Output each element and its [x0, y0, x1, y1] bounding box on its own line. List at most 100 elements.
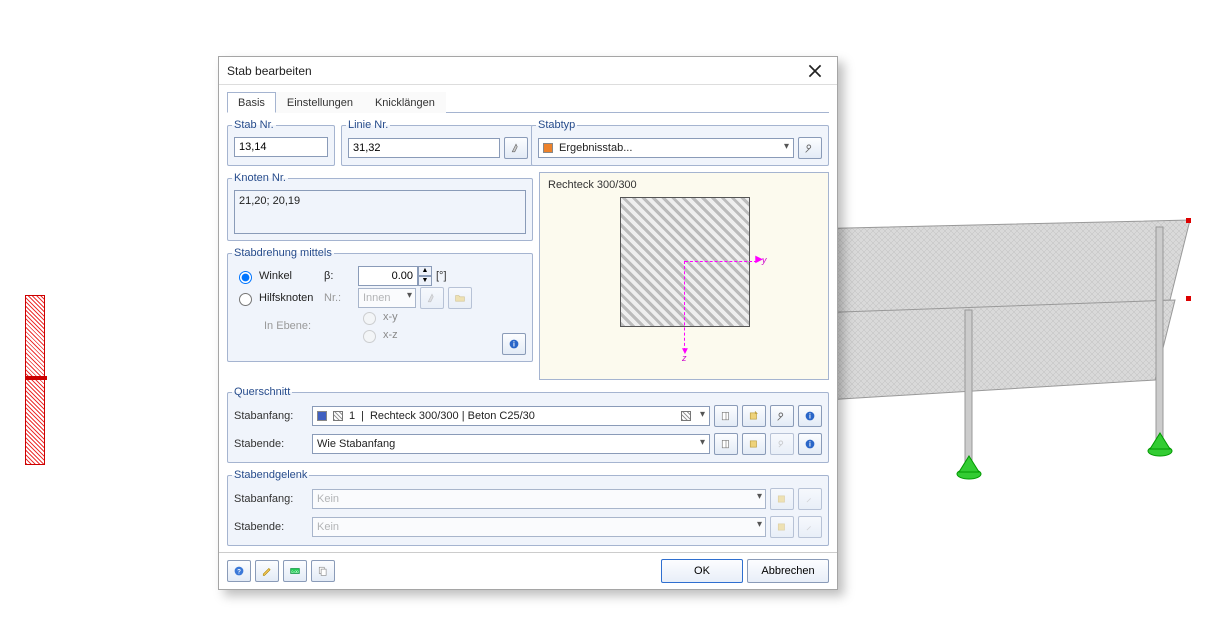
label-knoten-nr: Knoten Nr. [232, 172, 288, 184]
ok-button[interactable]: OK [661, 559, 743, 583]
radio-xz-row: x-z [358, 327, 526, 343]
background-member [25, 295, 45, 465]
label-linie-nr: Linie Nr. [346, 119, 390, 131]
beta-input[interactable] [358, 266, 418, 286]
section-querschnitt: Querschnitt Stabanfang: 1 | Rechteck 300… [227, 386, 829, 463]
edit-mode-button[interactable] [255, 560, 279, 582]
radio-hilfsknoten[interactable] [239, 293, 252, 306]
svg-text:i: i [809, 442, 811, 449]
tabstrip: Basis Einstellungen Knicklängen [227, 91, 829, 113]
radio-hilfsknoten-row[interactable]: Hilfsknoten [234, 290, 320, 306]
section-stab-nr: Stab Nr. [227, 119, 335, 166]
qs-ende-info-button[interactable]: i [798, 433, 822, 455]
svg-text:0.00: 0.00 [291, 570, 298, 574]
stab-nr-input[interactable] [234, 137, 328, 157]
units-button[interactable]: 0.00 [283, 560, 307, 582]
section-rotation: Stabdrehung mittels Winkel β: ▲ [227, 247, 533, 362]
radio-xz [363, 330, 376, 343]
label-qs-anfang: Stabanfang: [234, 410, 308, 422]
book-icon [721, 437, 731, 451]
section-knoten-nr: Knoten Nr. 21,20; 20,19 [227, 172, 533, 241]
qs-ende-edit-button [770, 433, 794, 455]
info-icon: i [805, 437, 815, 451]
copy-icon [318, 564, 328, 578]
qs-ende-new-button[interactable] [742, 433, 766, 455]
knoten-nr-display: 21,20; 20,19 [234, 190, 526, 234]
tab-basis[interactable]: Basis [227, 92, 276, 113]
radio-xy-row: x-y [358, 309, 526, 325]
gelenk-anfang-edit-button [798, 488, 822, 510]
qs-info-button[interactable]: i [798, 405, 822, 427]
linie-nr-input[interactable] [348, 138, 500, 158]
help-icon: ? [234, 564, 244, 578]
axis-z-label: z [682, 353, 687, 363]
beta-spinner[interactable]: ▲ ▼ [358, 266, 432, 286]
radio-winkel[interactable] [239, 271, 252, 284]
tab-einstellungen[interactable]: Einstellungen [276, 92, 364, 113]
label-gelenk-ende: Stabende: [234, 521, 308, 533]
radio-winkel-row[interactable]: Winkel [234, 268, 320, 284]
stabtyp-select[interactable]: Ergebnisstab... [538, 138, 794, 158]
qs-ende-library-button[interactable] [714, 433, 738, 455]
qs-new-button[interactable] [742, 405, 766, 427]
label-stabtyp: Stabtyp [536, 119, 577, 131]
new-icon [749, 437, 759, 451]
new-node-button [448, 287, 472, 309]
help-button[interactable]: ? [227, 560, 251, 582]
radio-xy [363, 312, 376, 325]
label-qs-ende: Stabende: [234, 438, 308, 450]
pick-icon [511, 141, 521, 155]
gelenk-anfang-select: Kein [312, 489, 766, 509]
label-querschnitt: Querschnitt [232, 386, 292, 398]
axis-y [685, 261, 757, 262]
copy-button[interactable] [311, 560, 335, 582]
info-icon: i [509, 337, 519, 351]
qs-hatch-icon [333, 411, 343, 421]
label-gelenk: Stabendgelenk [232, 469, 309, 481]
label-in-ebene: In Ebene: [234, 320, 320, 332]
titlebar[interactable]: Stab bearbeiten [219, 57, 837, 85]
rotation-info-button[interactable]: i [502, 333, 526, 355]
gelenk-ende-select: Kein [312, 517, 766, 537]
section-gelenk: Stabendgelenk Stabanfang: Kein Stabende:… [227, 469, 829, 546]
info-icon: i [805, 409, 815, 423]
pick-line-button[interactable] [504, 137, 528, 159]
wrench-icon [805, 520, 815, 534]
label-hilfsknoten: Hilfsknoten [259, 292, 313, 304]
gelenk-ende-new-button [770, 516, 794, 538]
gelenk-ende-edit-button [798, 516, 822, 538]
label-rotation: Stabdrehung mittels [232, 247, 334, 259]
stabtyp-edit-button[interactable] [798, 137, 822, 159]
qs-ende-select[interactable]: Wie Stabanfang [312, 434, 710, 454]
section-linie-nr: Linie Nr. [341, 119, 535, 166]
folder-icon [455, 291, 465, 305]
qs-anfang-select[interactable]: 1 | Rechteck 300/300 | Beton C25/30 [312, 406, 710, 426]
cancel-button[interactable]: Abbrechen [747, 559, 829, 583]
label-beta: β: [324, 270, 354, 282]
wrench-icon [805, 492, 815, 506]
qs-anfang-text: Rechteck 300/300 | Beton C25/30 [370, 410, 535, 422]
label-winkel: Winkel [259, 270, 292, 282]
wrench-icon [777, 409, 787, 423]
pencil-icon [262, 564, 272, 578]
wrench-icon [777, 437, 787, 451]
label-stab-nr: Stab Nr. [232, 119, 276, 131]
beta-spin-down[interactable]: ▼ [418, 276, 432, 286]
label-nr: Nr.: [324, 292, 354, 304]
qs-edit-button[interactable] [770, 405, 794, 427]
tab-knicklaengen[interactable]: Knicklängen [364, 92, 446, 113]
stabtyp-value: Ergebnisstab... [559, 142, 632, 154]
stabtyp-color-icon [543, 143, 553, 153]
beta-spin-up[interactable]: ▲ [418, 266, 432, 276]
hilfsknoten-select: Innen [358, 288, 416, 308]
axis-y-label: y [762, 255, 767, 265]
section-preview: Rechteck 300/300 y z [539, 172, 829, 380]
close-icon [808, 64, 822, 78]
axis-z [684, 261, 685, 351]
qs-hatch-icon [681, 411, 691, 421]
close-button[interactable] [795, 58, 835, 84]
beta-unit: [°] [436, 270, 447, 282]
qs-library-button[interactable] [714, 405, 738, 427]
book-icon [721, 409, 731, 423]
section-stabtyp: Stabtyp Ergebnisstab... [531, 119, 829, 166]
